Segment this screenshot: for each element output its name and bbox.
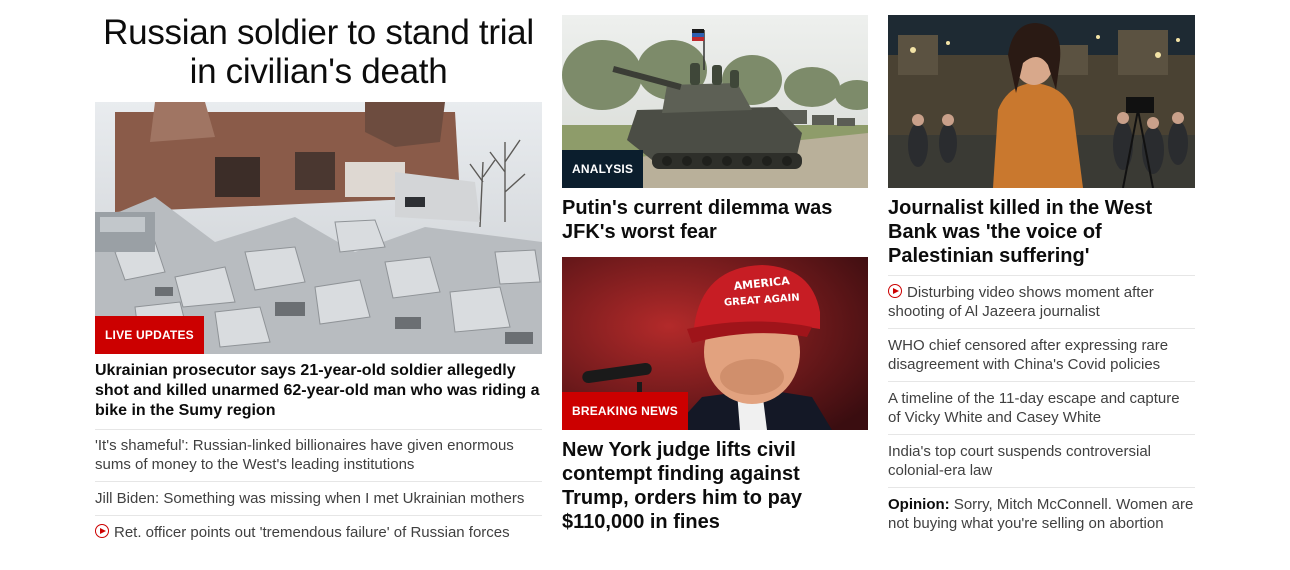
journalist-story-title[interactable]: Journalist killed in the West Bank was '… <box>888 196 1195 268</box>
right-column: Journalist killed in the West Bank was '… <box>888 0 1195 540</box>
opinion-label: Opinion: <box>888 496 950 513</box>
tank-story-image[interactable]: ANALYSIS <box>562 15 868 188</box>
related-link[interactable]: WHO chief censored after expressing rare… <box>888 328 1195 381</box>
news-zone: Russian soldier to stand trial in civili… <box>0 0 1290 570</box>
related-link-text: Disturbing video shows moment after shoo… <box>888 284 1154 320</box>
trump-story-image[interactable]: AMERICA GREAT AGAIN BREAKING NEWS <box>562 257 868 430</box>
related-link-text: India's top court suspends controversial… <box>888 443 1152 479</box>
right-related-links: Disturbing video shows moment after shoo… <box>888 275 1195 540</box>
related-link[interactable]: Disturbing video shows moment after shoo… <box>888 275 1195 328</box>
related-link-text: A timeline of the 11-day escape and capt… <box>888 390 1180 426</box>
journalist-story-image[interactable] <box>888 15 1195 188</box>
lead-story-column: Russian soldier to stand trial in civili… <box>95 0 542 549</box>
journalist-photo <box>888 15 1195 188</box>
trump-story-title[interactable]: New York judge lifts civil contempt find… <box>562 438 868 534</box>
putin-story-title[interactable]: Putin's current dilemma was JFK's worst … <box>562 196 868 244</box>
related-link[interactable]: India's top court suspends controversial… <box>888 434 1195 487</box>
related-link[interactable]: Opinion: Sorry, Mitch McConnell. Women a… <box>888 487 1195 540</box>
lead-headline[interactable]: Russian soldier to stand trial in civili… <box>95 13 542 91</box>
related-link-text: WHO chief censored after expressing rare… <box>888 337 1169 373</box>
analysis-badge: ANALYSIS <box>562 150 644 188</box>
related-link[interactable]: Ret. officer points out 'tremendous fail… <box>95 515 542 549</box>
lead-story-title[interactable]: Ukrainian prosecutor says 21-year-old so… <box>95 361 542 421</box>
lead-related-links: 'It's shameful': Russian-linked billiona… <box>95 429 542 549</box>
related-link-text: Jill Biden: Something was missing when I… <box>95 490 525 507</box>
lead-story-image[interactable]: LIVE UPDATES <box>95 102 542 354</box>
related-link[interactable]: 'It's shameful': Russian-linked billiona… <box>95 429 542 481</box>
related-link[interactable]: A timeline of the 11-day escape and capt… <box>888 381 1195 434</box>
related-link-text: 'It's shameful': Russian-linked billiona… <box>95 437 514 473</box>
breaking-news-badge: BREAKING NEWS <box>562 392 688 430</box>
live-updates-badge: LIVE UPDATES <box>95 316 204 354</box>
middle-column: ANALYSIS Putin's current dilemma was JFK… <box>562 0 868 534</box>
related-link[interactable]: Jill Biden: Something was missing when I… <box>95 481 542 515</box>
play-video-icon <box>95 524 109 538</box>
play-video-icon <box>888 284 902 298</box>
related-link-text: Ret. officer points out 'tremendous fail… <box>114 524 510 541</box>
